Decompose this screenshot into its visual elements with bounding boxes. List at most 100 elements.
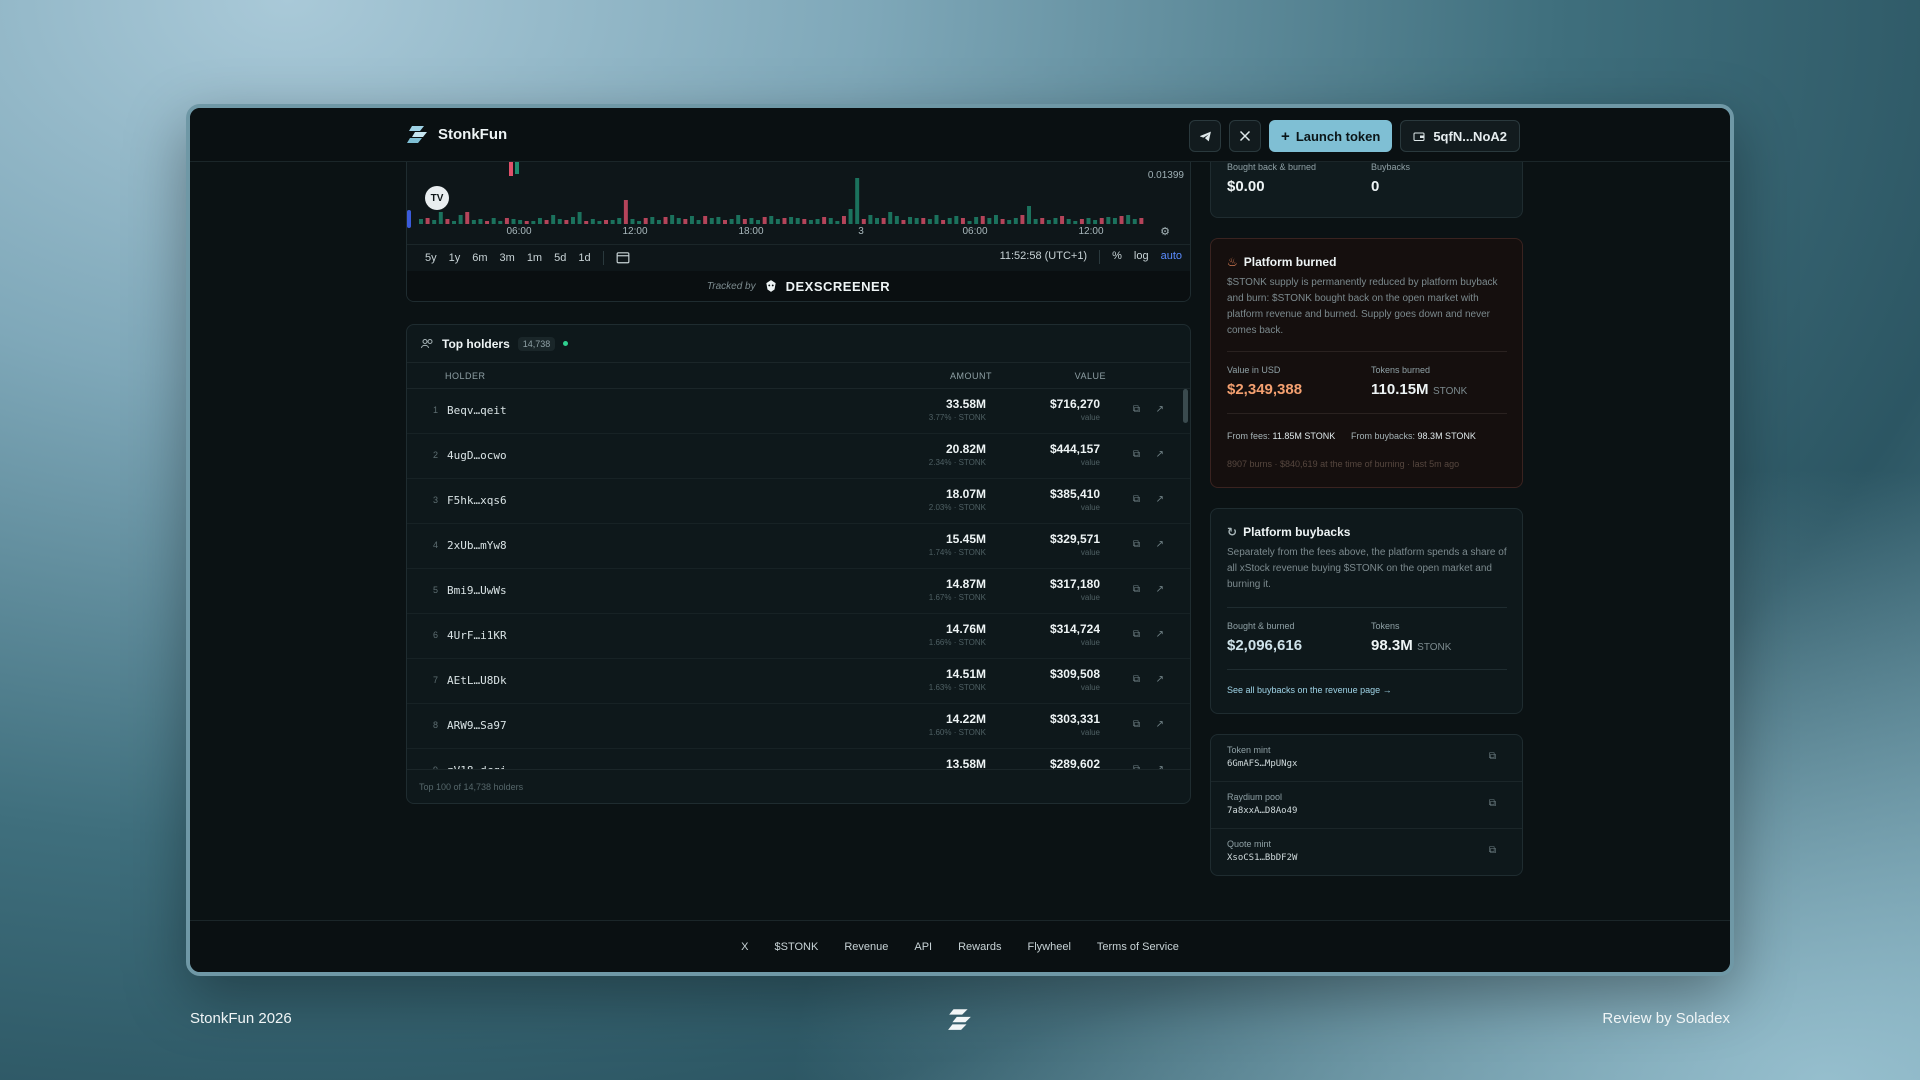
holder-amount: 14.87M 1.67% · STONK — [929, 577, 986, 602]
x-button[interactable] — [1229, 120, 1262, 152]
copy-icon[interactable]: ⧉ — [1133, 629, 1140, 640]
copy-icon[interactable]: ⧉ — [1133, 719, 1140, 730]
value-sub: value — [1080, 593, 1100, 602]
addresses-card: Token mint 6GmAFS…MpUNgx ⧉ Raydium pool … — [1210, 734, 1523, 876]
volume-bar — [703, 216, 708, 224]
timeframe-5y[interactable]: 5y — [425, 252, 437, 264]
footer-link[interactable]: Terms of Service — [1097, 941, 1179, 953]
holder-address[interactable]: ARW9…Sa97 — [447, 719, 507, 732]
holder-amount: 33.58M 3.77% · STONK — [929, 397, 986, 422]
table-row[interactable]: 7 AEtL…U8Dk 14.51M 1.63% · STONK $309,50… — [407, 659, 1190, 704]
volume-bar — [637, 221, 642, 224]
copy-icon[interactable]: ⧉ — [1489, 751, 1496, 762]
volume-bar — [967, 221, 972, 224]
holder-value: $329,571 value — [1050, 532, 1100, 557]
external-link-icon[interactable]: ↗ — [1156, 674, 1164, 685]
tradingview-icon[interactable]: TV — [425, 186, 449, 210]
amount-value: 20.82M — [945, 442, 986, 456]
telegram-button[interactable] — [1189, 120, 1222, 152]
external-link-icon[interactable]: ↗ — [1156, 449, 1164, 460]
holder-address[interactable]: 2xUb…mYw8 — [447, 539, 507, 552]
holder-value: $716,270 value — [1050, 397, 1100, 422]
table-row[interactable]: 3 F5hk…xqs6 18.07M 2.03% · STONK $385,41… — [407, 479, 1190, 524]
copy-icon[interactable]: ⧉ — [1133, 449, 1140, 460]
copy-icon[interactable]: ⧉ — [1133, 404, 1140, 415]
timeframe-1m[interactable]: 1m — [527, 252, 542, 264]
amount-value: 14.51M — [945, 667, 986, 681]
tokens-label: Tokens — [1371, 621, 1400, 631]
copy-icon[interactable]: ⧉ — [1133, 494, 1140, 505]
timeframe-6m[interactable]: 6m — [472, 252, 487, 264]
footer-link[interactable]: API — [914, 941, 932, 953]
table-row[interactable]: 1 Beqv…qeit 33.58M 3.77% · STONK $716,27… — [407, 389, 1190, 434]
footer-link[interactable]: Rewards — [958, 941, 1001, 953]
volume-bar — [531, 221, 536, 224]
holder-address[interactable]: AEtL…U8Dk — [447, 674, 507, 687]
address-value[interactable]: 6GmAFS…MpUNgx — [1227, 759, 1297, 769]
volume-bar — [643, 218, 648, 224]
wallet-button[interactable]: 5qfN...NoA2 — [1400, 120, 1520, 152]
copy-icon[interactable]: ⧉ — [1133, 584, 1140, 595]
volume-bar — [491, 218, 496, 224]
tracked-by-dexscreener[interactable]: Tracked by DEXSCREENER — [407, 271, 1190, 301]
bought-burned-value: $2,096,616 — [1227, 637, 1303, 654]
table-row[interactable]: 4 2xUb…mYw8 15.45M 1.74% · STONK $329,57… — [407, 524, 1190, 569]
holders-footer: Top 100 of 14,738 holders — [407, 769, 1190, 803]
from-fees-value: 11.85M STONK — [1272, 431, 1336, 441]
footer-link[interactable]: Revenue — [844, 941, 888, 953]
row-index: 4 — [433, 540, 439, 550]
holder-value: $309,508 value — [1050, 667, 1100, 692]
launch-token-button[interactable]: + Launch token — [1269, 120, 1393, 152]
holder-address[interactable]: 4ugD…ocwo — [447, 449, 507, 462]
address-value[interactable]: 7a8xxA…D8Ao49 — [1227, 806, 1297, 816]
holder-value: $444,157 value — [1050, 442, 1100, 467]
holder-address[interactable]: Beqv…qeit — [447, 404, 507, 417]
table-row[interactable]: 2 4ugD…ocwo 20.82M 2.34% · STONK $444,15… — [407, 434, 1190, 479]
chart-settings-icon[interactable]: ⚙ — [1160, 225, 1170, 238]
external-link-icon[interactable]: ↗ — [1156, 584, 1164, 595]
volume-bar — [789, 217, 794, 224]
volume-bar — [676, 218, 681, 224]
copy-icon[interactable]: ⧉ — [1133, 674, 1140, 685]
value-in-usd: $2,349,388 — [1227, 381, 1303, 398]
timeframe-3m[interactable]: 3m — [500, 252, 515, 264]
footer-link[interactable]: X — [741, 941, 748, 953]
wallet-icon — [1413, 132, 1425, 141]
external-link-icon[interactable]: ↗ — [1156, 719, 1164, 730]
holder-amount: 15.45M 1.74% · STONK — [929, 532, 986, 557]
external-link-icon[interactable]: ↗ — [1156, 404, 1164, 415]
holder-address[interactable]: 4UrF…i1KR — [447, 629, 507, 642]
table-row[interactable]: 6 4UrF…i1KR 14.76M 1.66% · STONK $314,72… — [407, 614, 1190, 659]
price-chart[interactable]: TV 0.01399 06:00 12:00 18:00 3 06:00 12:… — [406, 162, 1191, 302]
footer-link[interactable]: Flywheel — [1028, 941, 1071, 953]
percent-toggle[interactable]: % — [1112, 250, 1122, 264]
copy-icon[interactable]: ⧉ — [1489, 798, 1496, 809]
scrollbar[interactable] — [1183, 389, 1188, 423]
date-range-icon[interactable] — [616, 251, 630, 264]
table-row[interactable]: 8 ARW9…Sa97 14.22M 1.60% · STONK $303,33… — [407, 704, 1190, 749]
copy-icon[interactable]: ⧉ — [1133, 539, 1140, 550]
volume-bar — [901, 220, 906, 224]
table-row[interactable]: 9 zV18…dcqi 13.58M $289,602 ⧉ ↗ — [407, 749, 1190, 769]
timeframe-1y[interactable]: 1y — [449, 252, 461, 264]
external-link-icon[interactable]: ↗ — [1156, 494, 1164, 505]
table-row[interactable]: 5 Bmi9…UwWs 14.87M 1.67% · STONK $317,18… — [407, 569, 1190, 614]
timeframe-1d[interactable]: 1d — [578, 252, 590, 264]
platform-burned-title-text: Platform burned — [1243, 255, 1337, 269]
see-all-buybacks-link[interactable]: See all buybacks on the revenue page → — [1227, 685, 1392, 695]
chart-options: 11:52:58 (UTC+1) % log auto — [1000, 250, 1182, 264]
address-value[interactable]: XsoCS1…BbDF2W — [1227, 853, 1297, 863]
volume-bar — [1126, 215, 1131, 224]
log-toggle[interactable]: log — [1134, 250, 1149, 264]
holder-amount: 18.07M 2.03% · STONK — [929, 487, 986, 512]
brand[interactable]: StonkFun — [406, 122, 507, 146]
holder-address[interactable]: Bmi9…UwWs — [447, 584, 507, 597]
auto-toggle[interactable]: auto — [1161, 250, 1182, 264]
external-link-icon[interactable]: ↗ — [1156, 629, 1164, 640]
footer-link[interactable]: $STONK — [775, 941, 819, 953]
volume-bar — [432, 220, 437, 224]
copy-icon[interactable]: ⧉ — [1489, 845, 1496, 856]
external-link-icon[interactable]: ↗ — [1156, 539, 1164, 550]
holder-address[interactable]: F5hk…xqs6 — [447, 494, 507, 507]
timeframe-5d[interactable]: 5d — [554, 252, 566, 264]
